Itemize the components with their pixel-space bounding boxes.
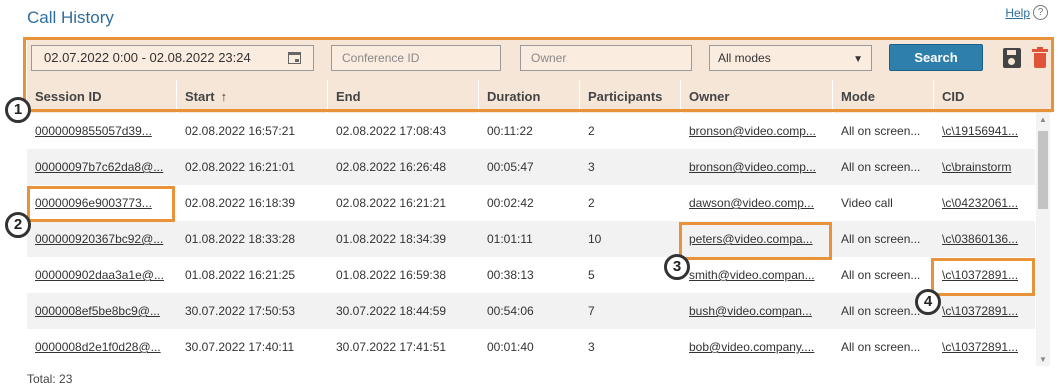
- cell-start: 30.07.2022 17:50:53: [185, 304, 296, 318]
- mode-select[interactable]: All modes ▼: [709, 45, 872, 71]
- callout-badge-1: 1: [5, 97, 31, 123]
- question-circle-icon[interactable]: ?: [1033, 5, 1048, 20]
- cell-cid-link[interactable]: \c\19156941...: [934, 113, 1035, 149]
- cell-cid-link[interactable]: \c\10372891...: [934, 329, 1035, 365]
- column-owner[interactable]: Owner: [681, 80, 833, 113]
- cell-participants: 7: [588, 304, 595, 318]
- calendar-icon[interactable]: [288, 52, 301, 64]
- cell-end: 02.08.2022 17:08:43: [336, 124, 447, 138]
- cell-duration: 01:01:11: [487, 232, 533, 246]
- cell-owner-link[interactable]: smith@video.compan...: [681, 257, 833, 293]
- cell-start: 02.08.2022 16:21:01: [185, 160, 296, 174]
- sort-ascending-icon: ↑: [220, 89, 228, 104]
- mode-select-value: All modes: [718, 51, 771, 65]
- owner-input[interactable]: Owner: [520, 45, 692, 71]
- cell-cid-link[interactable]: \c\03860136...: [934, 221, 1035, 257]
- total-count: Total: 23: [27, 372, 73, 386]
- cell-duration: 00:11:22: [487, 124, 533, 138]
- cell-mode: Video call: [841, 196, 893, 210]
- table-row[interactable]: 000000902daa3a1e@... 01.08.2022 16:21:25 0…: [27, 257, 1035, 293]
- table-row[interactable]: 0000008ef5be8bc9@... 30.07.2022 17:50:53 3…: [27, 293, 1035, 329]
- cell-mode: All on screen...: [841, 268, 921, 282]
- table-body: 0000009855057d39... 02.08.2022 16:57:21 02…: [27, 113, 1035, 366]
- column-cid[interactable]: CID: [934, 80, 1052, 113]
- column-end[interactable]: End: [328, 80, 479, 113]
- cell-duration: 00:05:47: [487, 160, 534, 174]
- cell-end: 01.08.2022 16:59:38: [336, 268, 447, 282]
- table-row[interactable]: 00000097b7c62da8@... 02.08.2022 16:21:01 0…: [27, 149, 1035, 185]
- chevron-down-icon: ▼: [853, 54, 863, 65]
- cell-owner-link[interactable]: bronson@video.comp...: [681, 113, 833, 149]
- cell-mode: All on screen...: [841, 160, 921, 174]
- table-row[interactable]: 0000008d2e1f0d28@... 30.07.2022 17:40:11 3…: [27, 329, 1035, 365]
- cell-mode: All on screen...: [841, 232, 921, 246]
- cell-end: 01.08.2022 18:34:39: [336, 232, 447, 246]
- help-link[interactable]: Help: [1005, 6, 1030, 20]
- vertical-scrollbar[interactable]: ▲ ▼: [1036, 113, 1050, 366]
- cell-end: 02.08.2022 16:21:21: [336, 196, 447, 210]
- callout-badge-3: 3: [664, 254, 690, 280]
- callout-badge-2: 2: [5, 212, 31, 238]
- cell-cid-link[interactable]: \c\04232061...: [934, 185, 1035, 221]
- cell-start: 02.08.2022 16:18:39: [185, 196, 296, 210]
- scrollbar-thumb[interactable]: [1038, 131, 1048, 209]
- cell-duration: 00:54:06: [487, 304, 534, 318]
- cell-owner-link[interactable]: bronson@video.comp...: [681, 149, 833, 185]
- cell-cid-link[interactable]: \c\brainstorm: [934, 149, 1035, 185]
- table-row[interactable]: 000000920367bc92@... 01.08.2022 18:33:28 0…: [27, 221, 1035, 257]
- cell-owner-link[interactable]: bush@video.compan...: [681, 293, 833, 329]
- cell-owner-link[interactable]: dawson@video.comp...: [681, 185, 833, 221]
- cell-mode: All on screen...: [841, 124, 921, 138]
- cell-duration: 00:02:42: [487, 196, 534, 210]
- cell-mode: All on screen...: [841, 340, 921, 354]
- cell-participants: 3: [588, 160, 595, 174]
- conference-id-input[interactable]: Conference ID: [331, 45, 501, 71]
- cell-session-id-link[interactable]: 000000902daa3a1e@...: [27, 257, 177, 293]
- cell-end: 30.07.2022 18:44:59: [336, 304, 447, 318]
- column-mode[interactable]: Mode: [833, 80, 934, 113]
- cell-session-id-link[interactable]: 0000008d2e1f0d28@...: [27, 329, 177, 365]
- cell-end: 30.07.2022 17:41:51: [336, 340, 447, 354]
- cell-start: 01.08.2022 16:21:25: [185, 268, 296, 282]
- help-link-group[interactable]: Help ?: [1005, 5, 1048, 20]
- cell-duration: 00:38:13: [487, 268, 534, 282]
- cell-session-id-link[interactable]: 000000920367bc92@...: [27, 221, 177, 257]
- column-start[interactable]: Start ↑: [177, 80, 328, 113]
- column-participants[interactable]: Participants: [580, 80, 681, 113]
- filter-bar: 02.07.2022 0:00 - 02.08.2022 23:24 Confe…: [27, 40, 1052, 80]
- cell-end: 02.08.2022 16:26:48: [336, 160, 447, 174]
- cell-participants: 10: [588, 232, 602, 246]
- cell-owner-link[interactable]: bob@video.company....: [681, 329, 833, 365]
- column-session-id[interactable]: Session ID: [27, 80, 177, 113]
- cell-owner-link[interactable]: peters@video.compa...: [681, 221, 833, 257]
- cell-participants: 2: [588, 124, 595, 138]
- cell-session-id-link[interactable]: 00000096e9003773...: [27, 185, 177, 221]
- callout-badge-4: 4: [915, 289, 941, 315]
- table-header: Session ID Start ↑ End Duration Participa…: [27, 80, 1052, 113]
- date-range-value: 02.07.2022 0:00 - 02.08.2022 23:24: [44, 50, 251, 65]
- delete-icon[interactable]: [1032, 47, 1048, 68]
- save-icon[interactable]: [1003, 48, 1021, 68]
- cell-participants: 2: [588, 196, 595, 210]
- cell-cid-link[interactable]: \c\10372891...: [934, 293, 1035, 329]
- cell-start: 01.08.2022 18:33:28: [185, 232, 296, 246]
- cell-start: 30.07.2022 17:40:11: [185, 340, 295, 354]
- cell-session-id-link[interactable]: 0000008ef5be8bc9@...: [27, 293, 177, 329]
- cell-start: 02.08.2022 16:57:21: [185, 124, 296, 138]
- search-button[interactable]: Search: [889, 44, 983, 71]
- date-range-field[interactable]: 02.07.2022 0:00 - 02.08.2022 23:24: [31, 45, 314, 71]
- cell-duration: 00:01:40: [487, 340, 534, 354]
- cell-session-id-link[interactable]: 00000097b7c62da8@...: [27, 149, 177, 185]
- cell-cid-link[interactable]: \c\10372891...: [934, 257, 1035, 293]
- table-row[interactable]: 0000009855057d39... 02.08.2022 16:57:21 02…: [27, 113, 1035, 149]
- scroll-down-icon[interactable]: ▼: [1039, 355, 1047, 364]
- column-duration[interactable]: Duration: [479, 80, 580, 113]
- scroll-up-icon[interactable]: ▲: [1039, 115, 1047, 124]
- cell-session-id-link[interactable]: 0000009855057d39...: [27, 113, 177, 149]
- table-row[interactable]: 00000096e9003773... 02.08.2022 16:18:39 02…: [27, 185, 1035, 221]
- cell-participants: 3: [588, 340, 595, 354]
- page-title: Call History: [27, 8, 114, 27]
